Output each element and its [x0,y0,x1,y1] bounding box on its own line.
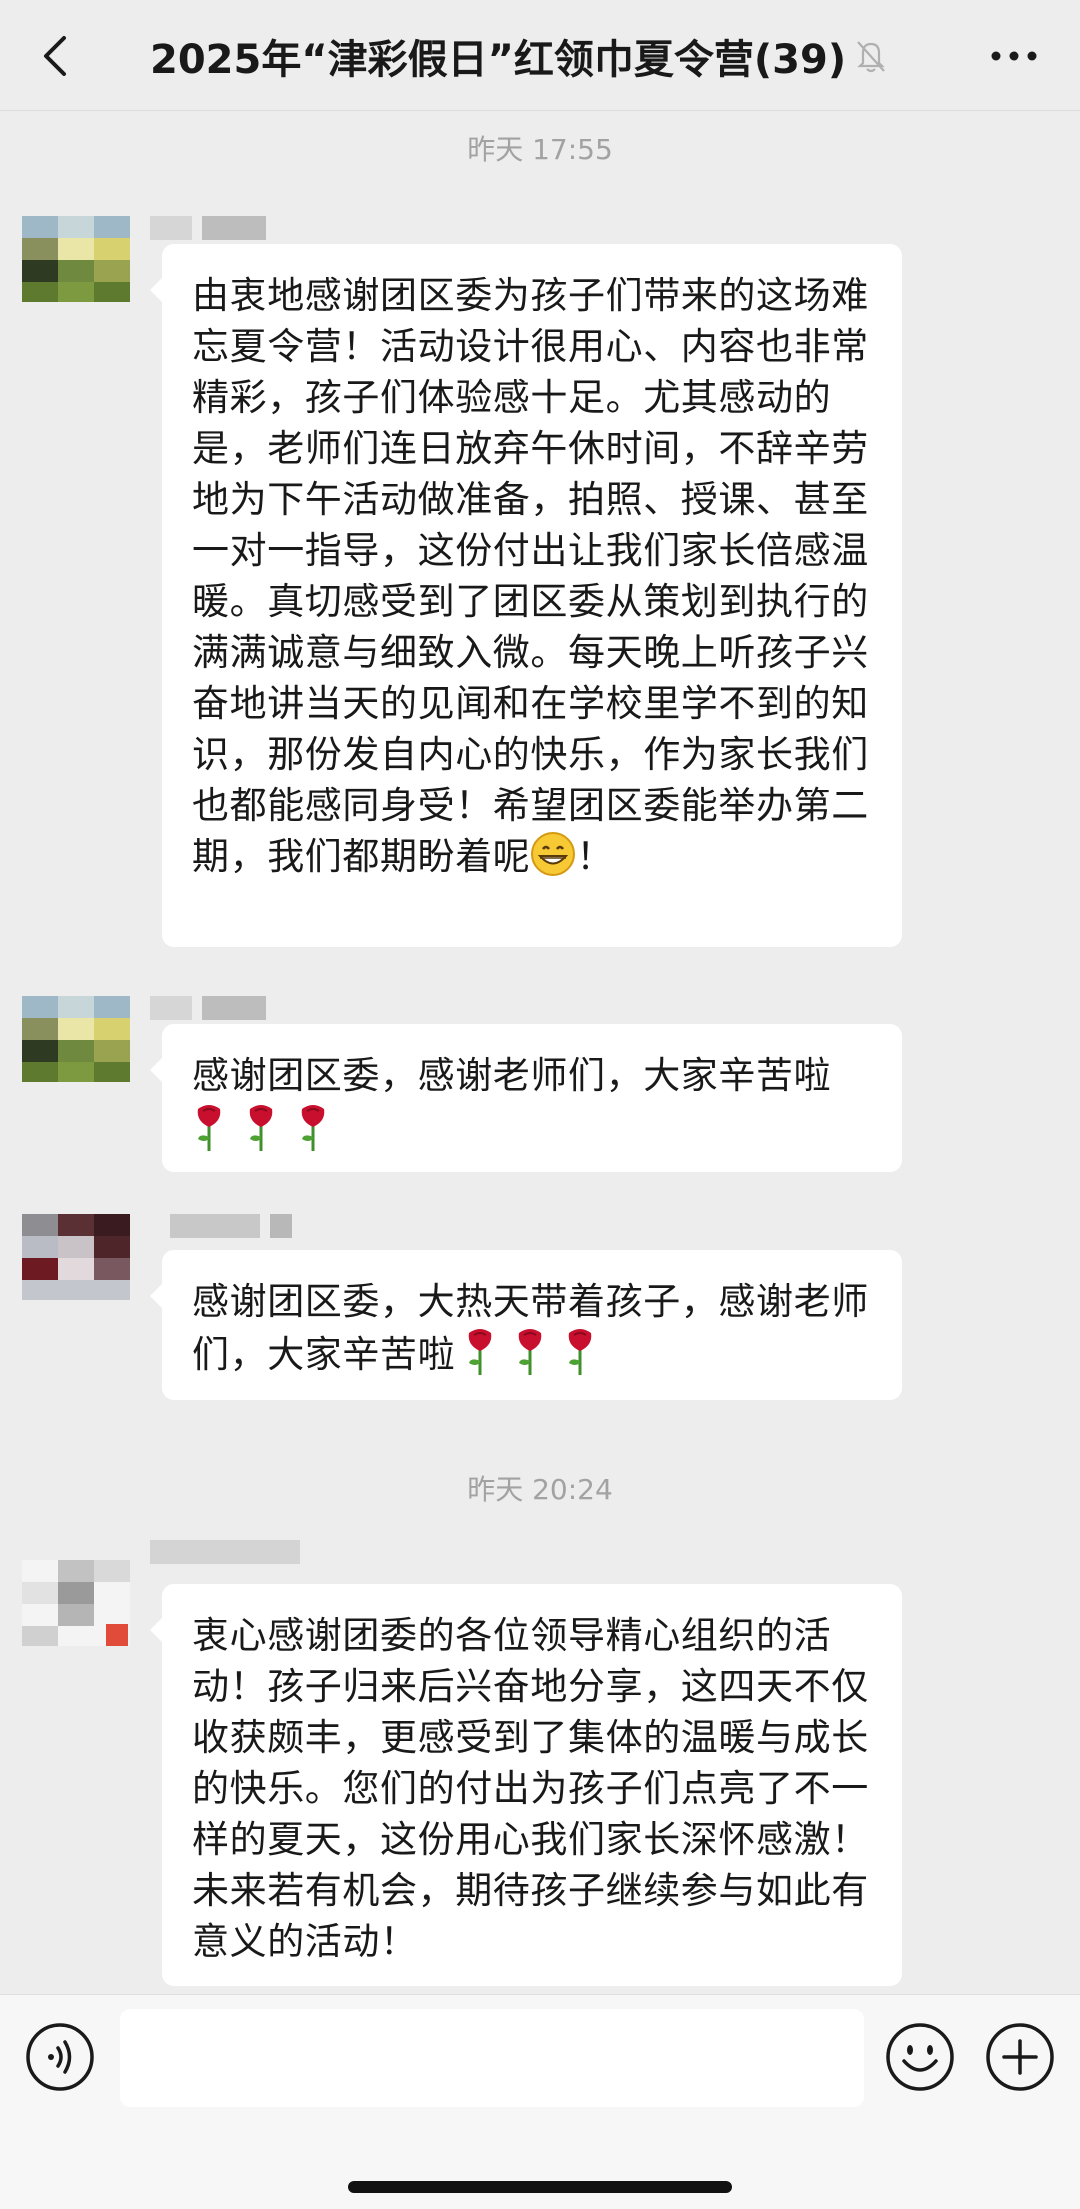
plus-icon [986,2023,1054,2091]
rose-emoji-icon [192,1103,226,1153]
bell-off-icon [854,38,888,74]
more-dots-icon [991,51,1037,61]
avatar[interactable] [22,216,130,302]
back-button[interactable] [32,28,82,84]
sender-name-blurred [150,996,266,1022]
rose-emoji-icon [513,1327,547,1377]
rose-emoji-icon [463,1327,497,1377]
sender-name-blurred [150,1540,300,1566]
message-bubble[interactable]: 衷心感谢团委的各位领导精心组织的活动！孩子归来后兴奋地分享，这四天不仅收获颇丰，… [150,1584,902,1986]
message-text-tail: ！ [576,835,615,878]
rose-emoji-icon [296,1103,330,1153]
voice-icon [26,2023,94,2091]
avatar[interactable] [22,1560,130,1646]
message-bubble[interactable]: 由衷地感谢团区委为孩子们带来的这场难忘夏令营！活动设计很用心、内容也非常精彩，孩… [150,244,902,947]
more-button[interactable] [984,36,1044,76]
voice-button[interactable] [24,2021,96,2093]
message-input-bar [0,1994,1080,2209]
sender-name-blurred [150,216,266,242]
more-functions-button[interactable] [984,2021,1056,2093]
message-bubble[interactable]: 感谢团区委，感谢老师们，大家辛苦啦 [150,1024,902,1172]
emoji-button[interactable] [884,2021,956,2093]
chat-header: 2025年“津彩假日”红领巾夏令营(39) [0,0,1080,111]
message-text: 感谢团区委，感谢老师们，大家辛苦啦 [192,1054,832,1097]
message-input[interactable] [120,2009,864,2107]
timestamp: 昨天 20:24 [467,1473,613,1506]
message-bubble[interactable]: 感谢团区委，大热天带着孩子，感谢老师们，大家辛苦啦 [150,1250,902,1400]
chevron-left-icon [44,36,66,76]
chat-title[interactable]: 2025年“津彩假日”红领巾夏令营(39) [150,26,920,86]
message-text: 衷心感谢团委的各位领导精心组织的活动！孩子归来后兴奋地分享，这四天不仅收获颇丰，… [192,1614,869,1963]
rose-emoji-row [192,1103,874,1153]
grin-emoji-icon [530,831,576,890]
avatar[interactable] [22,996,130,1082]
timestamp: 昨天 17:55 [467,133,613,166]
rose-emoji-icon [563,1327,597,1377]
message-text: 由衷地感谢团区委为孩子们带来的这场难忘夏令营！活动设计很用心、内容也非常精彩，孩… [192,274,869,878]
smile-icon [886,2023,954,2091]
chat-title-text: 2025年“津彩假日”红领巾夏令营(39) [150,37,847,83]
avatar[interactable] [22,1214,130,1300]
rose-emoji-icon [244,1103,278,1153]
home-indicator[interactable] [348,2181,732,2193]
sender-name-blurred [170,1214,292,1240]
